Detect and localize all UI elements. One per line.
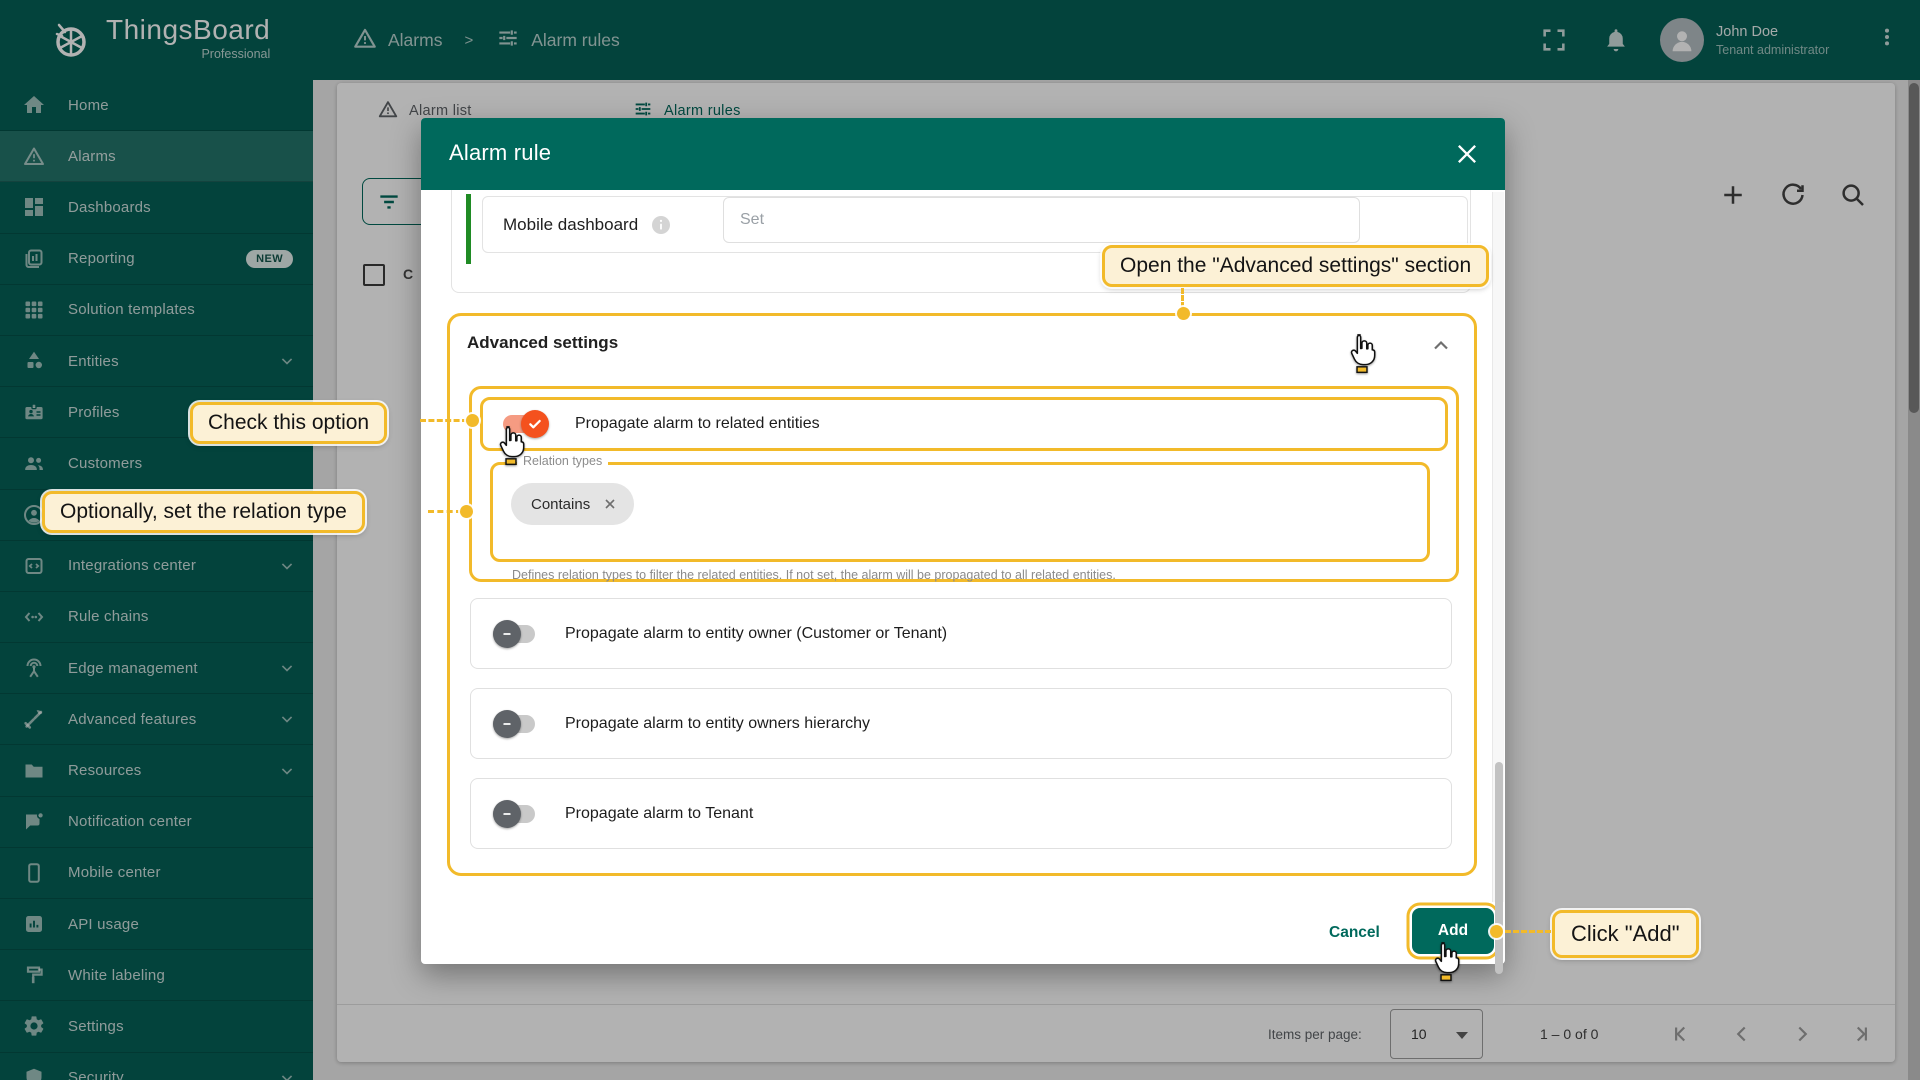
hand-cursor	[495, 424, 527, 466]
mobile-dashboard-placeholder: Set	[740, 211, 764, 229]
dialog-title: Alarm rule	[449, 140, 551, 166]
hand-cursor	[1430, 940, 1462, 982]
propagate-related-row: Propagate alarm to related entities	[480, 397, 1448, 451]
annotation-dot	[466, 414, 479, 427]
mobile-dashboard-field[interactable]: Set	[723, 197, 1360, 243]
toggle-off[interactable]	[493, 709, 541, 739]
relation-types-field[interactable]: Contains	[490, 462, 1430, 562]
advanced-settings-title: Advanced settings	[467, 333, 618, 353]
toggle-off[interactable]	[493, 619, 541, 649]
annotation-open-advanced: Open the "Advanced settings" section	[1102, 245, 1489, 287]
toggle-row-label: Propagate alarm to Tenant	[565, 805, 753, 823]
relation-types-label: Relation types	[517, 454, 608, 468]
relation-type-chip[interactable]: Contains	[511, 483, 634, 525]
annotation-click-add: Click "Add"	[1552, 910, 1699, 958]
annotation-dot	[1177, 307, 1190, 320]
toggle-row-propagate-alarm-to-entity-owner-customer-or-tenant: Propagate alarm to entity owner (Custome…	[470, 598, 1452, 669]
section-accent-bar	[466, 194, 471, 264]
cancel-button[interactable]: Cancel	[1329, 924, 1380, 942]
relation-types-helper: Defines relation types to filter the rel…	[512, 568, 1472, 582]
chip-remove-icon[interactable]	[602, 496, 618, 512]
dialog-scrollbar[interactable]	[1492, 192, 1504, 902]
info-icon[interactable]	[652, 216, 670, 234]
hand-cursor	[1346, 332, 1378, 374]
close-icon[interactable]	[1453, 140, 1481, 168]
dialog-scrollbar-thumb[interactable]	[1495, 762, 1503, 974]
toggle-row-label: Propagate alarm to entity owners hierarc…	[565, 715, 870, 733]
annotation-dot	[460, 505, 473, 518]
toggle-row-propagate-alarm-to-entity-owners-hierarchy: Propagate alarm to entity owners hierarc…	[470, 688, 1452, 759]
dialog-header: Alarm rule	[421, 118, 1505, 190]
annotation-connector	[1505, 930, 1551, 933]
annotation-connector	[428, 510, 462, 513]
mobile-dashboard-label: Mobile dashboard	[503, 215, 638, 235]
annotation-connector	[420, 419, 468, 422]
annotation-dot	[1490, 925, 1503, 938]
toggle-row-propagate-alarm-to-tenant: Propagate alarm to Tenant	[470, 778, 1452, 849]
annotation-set-relation: Optionally, set the relation type	[42, 491, 365, 533]
chevron-up-icon[interactable]	[1429, 334, 1453, 358]
toggle-off[interactable]	[493, 799, 541, 829]
toggle-row-label: Propagate alarm to entity owner (Custome…	[565, 625, 947, 643]
thingsboard-app: ThingsBoard Professional Alarms > Alarm …	[0, 0, 1920, 1080]
annotation-check-option: Check this option	[190, 402, 387, 444]
annotation-connector	[1181, 288, 1184, 308]
